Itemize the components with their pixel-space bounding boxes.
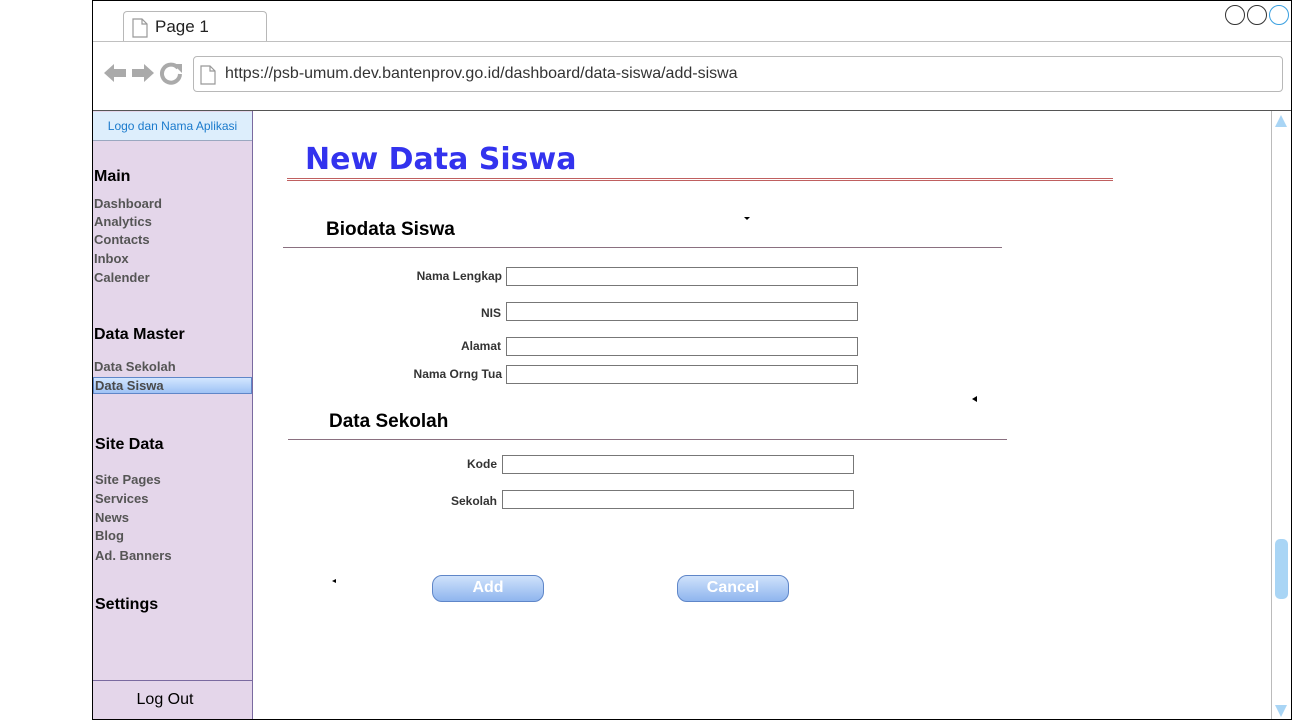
- tab-label: Page 1: [155, 17, 209, 36]
- reload-icon[interactable]: [159, 61, 183, 85]
- logout-button[interactable]: Log Out: [93, 691, 237, 709]
- sidebar-item-data-siswa[interactable]: Data Siswa: [93, 377, 252, 394]
- label-sekolah: Sekolah: [450, 494, 497, 508]
- sidebar-heading-site-data: Site Data: [95, 436, 164, 453]
- add-button[interactable]: Add: [432, 575, 544, 602]
- section-divider-biodata: [283, 247, 1002, 248]
- nama-orng-tua-input[interactable]: [506, 365, 858, 384]
- sidebar-item-news[interactable]: News: [95, 510, 129, 525]
- nav-controls: [103, 61, 183, 85]
- back-arrow-icon[interactable]: [103, 61, 127, 85]
- scroll-thumb[interactable]: [1275, 539, 1288, 599]
- cancel-button[interactable]: Cancel: [677, 575, 789, 602]
- label-kode: Kode: [467, 457, 497, 471]
- sidebar-item-site-pages[interactable]: Site Pages: [95, 472, 161, 487]
- alamat-input[interactable]: [506, 337, 858, 356]
- nis-input[interactable]: [506, 302, 858, 321]
- scroll-down-icon[interactable]: [1275, 705, 1287, 717]
- stray-mark: [972, 396, 977, 402]
- kode-input[interactable]: [502, 455, 854, 474]
- forward-arrow-icon[interactable]: [131, 61, 155, 85]
- label-nama-orng-tua: Nama Orng Tua: [413, 367, 502, 381]
- label-alamat: Alamat: [460, 339, 501, 353]
- section-title-biodata: Biodata Siswa: [326, 219, 455, 240]
- scroll-up-icon[interactable]: [1275, 115, 1287, 127]
- sekolah-input[interactable]: [502, 490, 854, 509]
- window-controls: [1225, 5, 1289, 25]
- sidebar-heading-settings[interactable]: Settings: [95, 596, 158, 614]
- vertical-scrollbar[interactable]: [1271, 111, 1291, 719]
- sidebar-item-blog[interactable]: Blog: [95, 528, 124, 543]
- maximize-button[interactable]: [1247, 5, 1267, 25]
- sidebar-item-data-sekolah[interactable]: Data Sekolah: [94, 359, 176, 374]
- page-title: New Data Siswa: [305, 142, 577, 177]
- sidebar-item-analytics[interactable]: Analytics: [94, 214, 152, 229]
- section-title-sekolah: Data Sekolah: [329, 411, 449, 432]
- minimize-button[interactable]: [1225, 5, 1245, 25]
- logout-divider: [93, 680, 252, 681]
- sidebar-item-dashboard[interactable]: Dashboard: [94, 196, 162, 211]
- section-divider-sekolah: [288, 439, 1007, 440]
- close-button[interactable]: [1269, 5, 1289, 25]
- tab-strip-divider: [93, 41, 1291, 42]
- stray-mark: [744, 217, 750, 220]
- sidebar-item-contacts[interactable]: Contacts: [94, 232, 150, 247]
- url-text: https://psb-umum.dev.bantenprov.go.id/da…: [225, 65, 738, 82]
- sidebar-item-calender[interactable]: Calender: [94, 270, 150, 285]
- sidebar-heading-main: Main: [94, 168, 131, 185]
- page-icon: [132, 18, 148, 38]
- browser-tab[interactable]: Page 1: [123, 11, 267, 41]
- label-nama-lengkap: Nama Lengkap: [416, 269, 502, 283]
- title-divider: [287, 178, 1113, 181]
- app-logo: Logo dan Nama Aplikasi: [93, 112, 252, 141]
- sidebar: Logo dan Nama Aplikasi Main Dashboard An…: [93, 111, 253, 719]
- sidebar-item-services[interactable]: Services: [95, 491, 149, 506]
- label-nis: NIS: [480, 306, 501, 320]
- browser-window: Page 1 https://psb-umum.dev.bantenprov.g…: [92, 0, 1292, 720]
- address-bar[interactable]: https://psb-umum.dev.bantenprov.go.id/da…: [193, 56, 1283, 92]
- nama-lengkap-input[interactable]: [506, 267, 858, 286]
- sidebar-item-ad-banners[interactable]: Ad. Banners: [95, 548, 172, 563]
- page-icon: [200, 65, 216, 85]
- sidebar-heading-data-master: Data Master: [94, 326, 185, 343]
- sidebar-item-inbox[interactable]: Inbox: [94, 251, 129, 266]
- chrome-divider: [93, 110, 1291, 111]
- stray-mark: [332, 579, 336, 583]
